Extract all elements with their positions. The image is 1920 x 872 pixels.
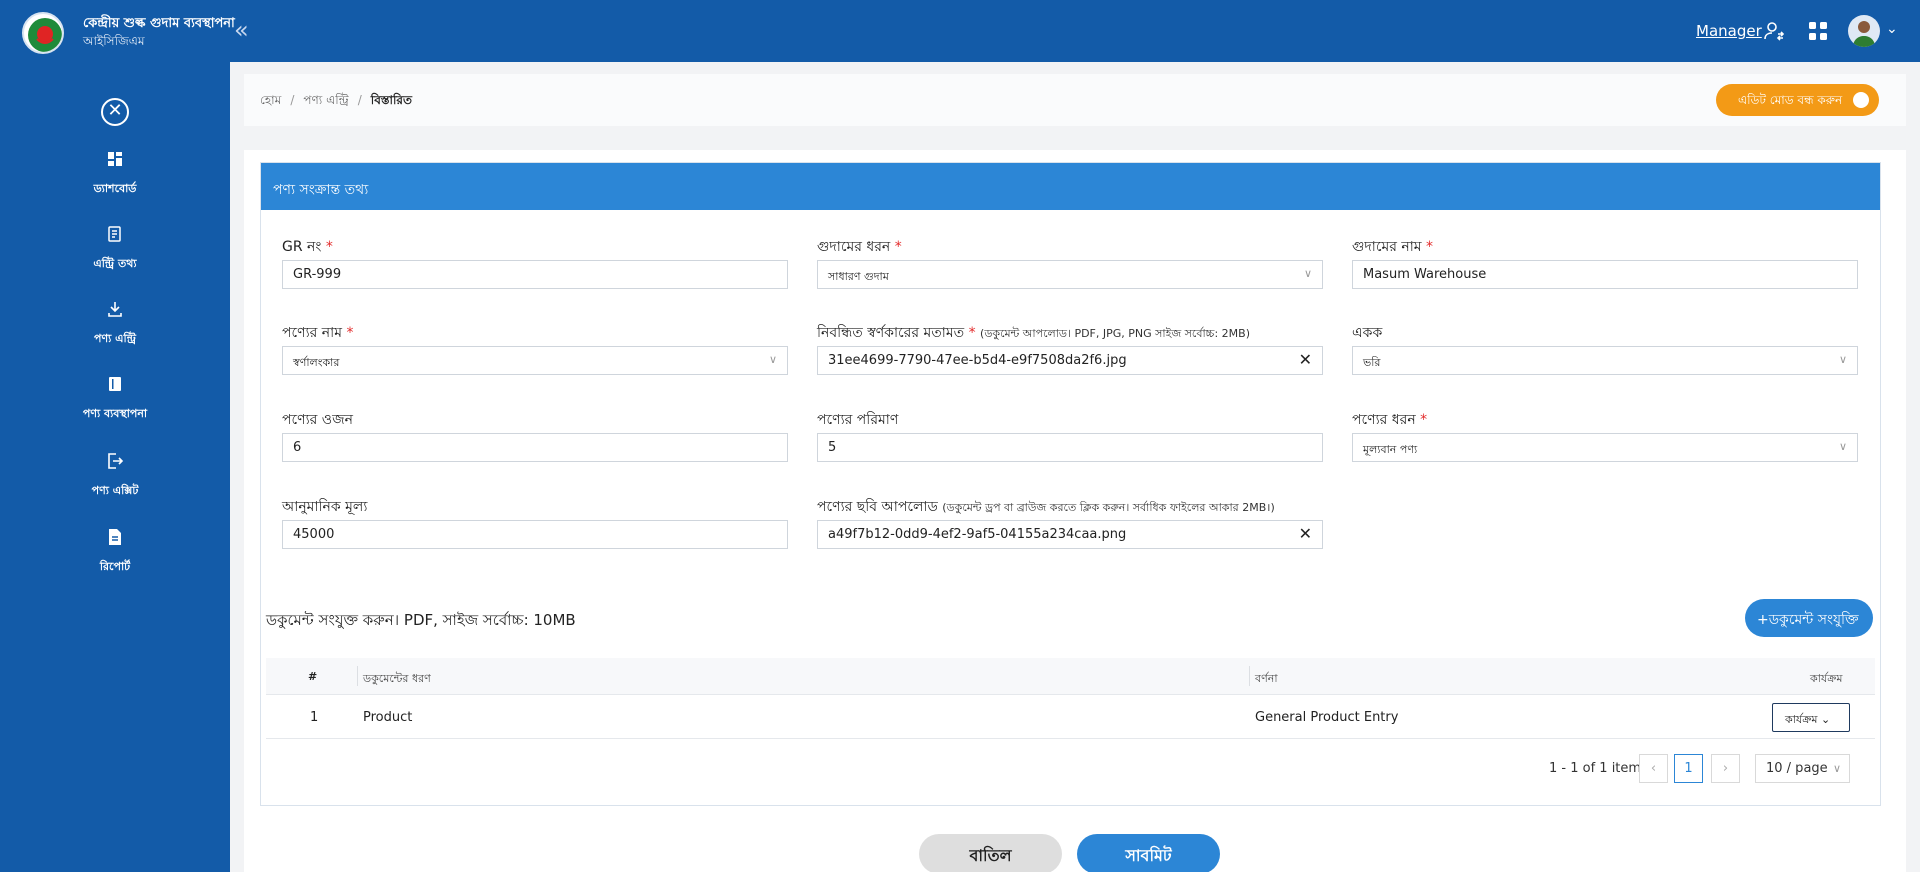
submit-button[interactable]: সাবমিট — [1077, 834, 1220, 872]
app-subtitle: আইসিজিএম — [83, 34, 145, 48]
image-upload-label: পণ্যের ছবি আপলোড (ডকুমেন্ট ড্রপ বা ব্রাউ… — [817, 499, 1275, 515]
goldsmith-opinion-file[interactable]: 31ee4699-7790-47ee-b5d4-e9f7508da2f6.jpg… — [817, 346, 1323, 375]
document-note: ডকুমেন্ট সংযুক্ত করুন। PDF, সাইজ সর্বোচ্… — [266, 611, 576, 629]
column-header-index: # — [308, 670, 318, 683]
entry-info-icon — [108, 226, 121, 242]
chevron-down-icon[interactable]: ⌄ — [1886, 21, 1898, 37]
chevron-down-icon: ∨ — [1838, 353, 1847, 366]
row-doc-type: Product — [363, 710, 413, 725]
gr-no-input[interactable]: GR-999 — [282, 260, 788, 289]
row-description: General Product Entry — [1255, 710, 1399, 725]
cancel-button[interactable]: বাতিল — [919, 834, 1062, 872]
unit-select[interactable]: ভরি ∨ — [1352, 346, 1858, 375]
column-header-description: বর্ণনা — [1255, 672, 1278, 685]
plus-icon: + — [1757, 612, 1769, 628]
page-size-select[interactable]: 10 / page ∨ — [1755, 754, 1850, 783]
sidebar-item-label: ড্যাশবোর্ড — [93, 182, 137, 195]
sidebar-item-product-exit[interactable]: পণ্য এক্সিট — [0, 452, 230, 501]
chevron-down-icon: ∨ — [1832, 762, 1841, 775]
app-title: কেন্দ্রীয় শুল্ক গুদাম ব্যবস্থাপনা — [83, 16, 235, 31]
top-header: কেন্দ্রীয় শুল্ক গুদাম ব্যবস্থাপনা আইসিজ… — [0, 0, 1920, 62]
documents-table: # ডকুমেন্টের ধরণ বর্ণনা কার্যক্রম 1 Prod… — [266, 658, 1875, 796]
product-type-label: পণ্যের ধরন * — [1352, 412, 1428, 428]
sidebar-item-label: রিপোর্ট — [99, 560, 131, 573]
sidebar-item-product-management[interactable]: পণ্য ব্যবস্থাপনা — [0, 375, 230, 424]
exit-icon — [108, 453, 124, 469]
panel-title: পণ্য সংক্রান্ত তথ্য — [261, 163, 1880, 210]
quantity-input[interactable]: 5 — [817, 433, 1323, 462]
gr-no-label: GR নং * — [282, 239, 333, 255]
edit-mode-toggle[interactable]: এডিট মোড বন্ধ করুন — [1716, 84, 1879, 116]
breadcrumb: হোম / পণ্য এন্ট্রি / বিস্তারিত — [260, 92, 412, 112]
apps-grid-icon[interactable] — [1807, 20, 1829, 42]
column-divider — [1249, 666, 1250, 686]
sidebar-item-product-entry[interactable]: পণ্য এন্ট্রি — [0, 300, 230, 349]
close-sidebar-icon[interactable]: ✕ — [101, 98, 129, 126]
book-icon — [109, 377, 121, 391]
download-icon — [108, 302, 122, 317]
weight-label: পণ্যের ওজন — [282, 412, 353, 428]
warehouse-type-label: গুদামের ধরন * — [817, 239, 902, 255]
switch-user-icon[interactable] — [1762, 19, 1786, 43]
prev-page-button[interactable]: ‹ — [1639, 754, 1668, 783]
report-icon — [109, 529, 121, 545]
chevron-down-icon: ⌄ — [1821, 713, 1831, 726]
add-document-button[interactable]: +ডকুমেন্ট সংযুক্তি — [1745, 599, 1873, 637]
weight-input[interactable]: 6 — [282, 433, 788, 462]
edit-mode-label: এডিট মোড বন্ধ করুন — [1738, 93, 1843, 107]
product-type-select[interactable]: মূল্যবান পণ্য ∨ — [1352, 433, 1858, 462]
breadcrumb-bar: হোম / পণ্য এন্ট্রি / বিস্তারিত এডিট মোড বন্ধ… — [244, 74, 1906, 126]
image-upload-file[interactable]: a49f7b12-0dd9-4ef2-9af5-04155a234caa.png… — [817, 520, 1323, 549]
sidebar-item-label: পণ্য এন্ট্রি — [94, 332, 136, 345]
quantity-label: পণ্যের পরিমাণ — [817, 412, 899, 428]
chevron-down-icon: ∨ — [768, 353, 777, 366]
row-action-dropdown[interactable]: কার্যক্রম ⌄ — [1772, 703, 1850, 732]
breadcrumb-separator: / — [290, 93, 295, 107]
row-index: 1 — [310, 710, 319, 725]
column-header-actions: কার্যক্রম — [1810, 672, 1843, 685]
unit-label: একক — [1352, 325, 1383, 341]
sidebar-item-dashboard[interactable]: ড্যাশবোর্ড — [0, 150, 230, 199]
pagination-info: 1 - 1 of 1 items — [1549, 761, 1648, 776]
breadcrumb-product-entry[interactable]: পণ্য এন্ট্রি — [303, 93, 348, 107]
sidebar-item-report[interactable]: রিপোর্ট — [0, 528, 230, 577]
user-avatar[interactable] — [1848, 15, 1880, 47]
sidebar-item-label: এন্ট্রি তথ্য — [93, 257, 137, 270]
page-1-button[interactable]: 1 — [1674, 754, 1703, 783]
toggle-knob — [1853, 92, 1869, 108]
table-header: # ডকুমেন্টের ধরণ বর্ণনা কার্যক্রম — [266, 658, 1875, 695]
product-name-label: পণ্যের নাম * — [282, 325, 354, 341]
table-row: 1 Product General Product Entry কার্যক্র… — [266, 695, 1875, 739]
column-divider — [357, 666, 358, 686]
breadcrumb-home[interactable]: হোম — [260, 93, 281, 107]
clear-file-icon[interactable]: ✕ — [1299, 350, 1312, 369]
breadcrumb-separator: / — [357, 93, 362, 107]
chevron-down-icon: ∨ — [1838, 440, 1847, 453]
estimated-value-label: আনুমানিক মূল্য — [282, 499, 368, 515]
goldsmith-opinion-label: নিবন্ধিত স্বর্ণকারের মতামত * (ডকুমেন্ট আ… — [817, 325, 1251, 341]
warehouse-name-label: গুদামের নাম * — [1352, 239, 1434, 255]
sidebar-item-entry-info[interactable]: এন্ট্রি তথ্য — [0, 225, 230, 274]
chevron-down-icon: ∨ — [1303, 267, 1312, 280]
government-logo — [22, 12, 64, 54]
role-link[interactable]: Manager — [1696, 22, 1762, 40]
clear-file-icon[interactable]: ✕ — [1299, 524, 1312, 543]
product-name-select[interactable]: স্বর্ণালংকার ∨ — [282, 346, 788, 375]
sidebar-item-label: পণ্য ব্যবস্থাপনা — [82, 407, 148, 420]
estimated-value-input[interactable]: 45000 — [282, 520, 788, 549]
dashboard-icon — [108, 152, 122, 166]
next-page-button[interactable]: › — [1711, 754, 1740, 783]
sidebar-item-label: পণ্য এক্সিট — [91, 484, 139, 497]
warehouse-name-input[interactable]: Masum Warehouse — [1352, 260, 1858, 289]
breadcrumb-current: বিস্তারিত — [370, 93, 413, 107]
warehouse-type-select[interactable]: সাধারণ গুদাম ∨ — [817, 260, 1323, 289]
collapse-sidebar-icon[interactable]: « — [234, 18, 249, 42]
column-header-doc-type: ডকুমেন্টের ধরণ — [363, 672, 431, 685]
